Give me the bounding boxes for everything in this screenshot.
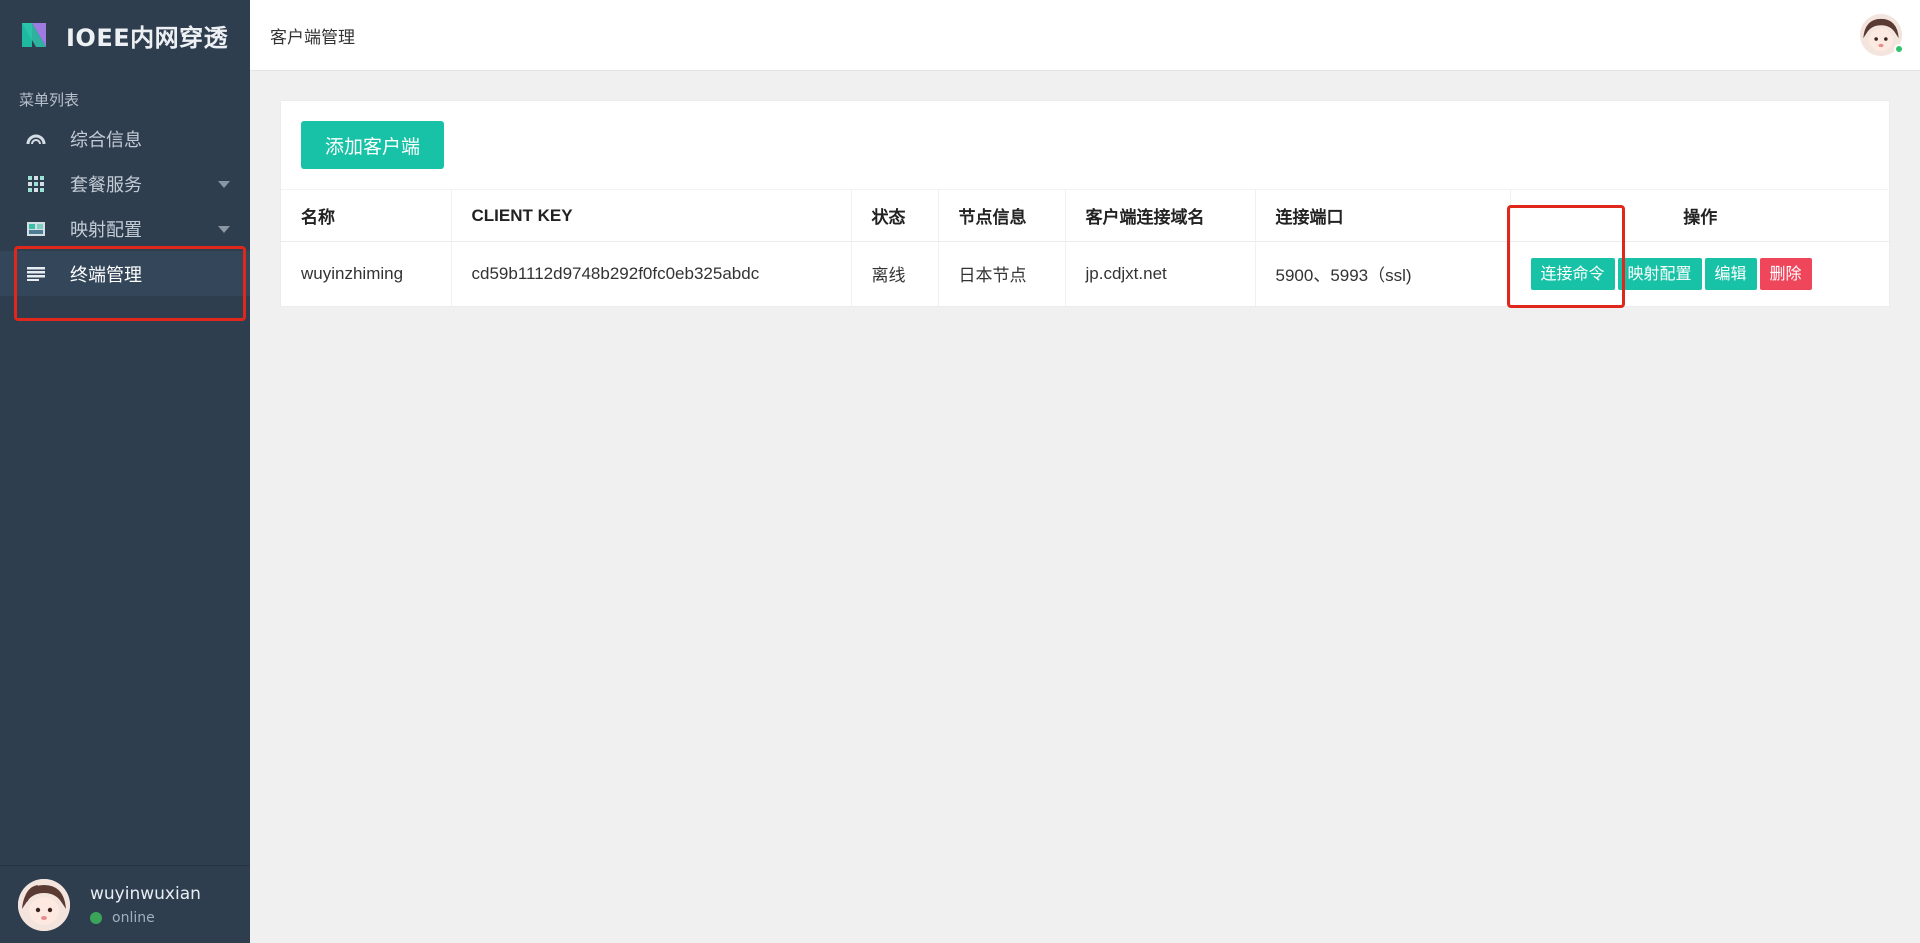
- sidebar-item-overview[interactable]: 综合信息: [0, 116, 250, 161]
- column-header-actions: 操作: [1510, 189, 1891, 242]
- add-client-button[interactable]: 添加客户端: [301, 121, 444, 169]
- online-dot-icon: [90, 911, 102, 924]
- header-avatar[interactable]: [1860, 14, 1904, 56]
- sidebar-item-label: 映射配置: [70, 219, 142, 241]
- brand[interactable]: IOEE内网穿透: [0, 0, 250, 70]
- gauge-icon: [26, 129, 46, 149]
- cell-client-key: cd59b1112d9748b292f0fc0eb325abdc: [451, 241, 852, 306]
- mapping-config-button[interactable]: 映射配置: [1617, 257, 1702, 290]
- column-header-ports: 连接端口: [1255, 189, 1511, 242]
- grid-icon: [26, 174, 46, 194]
- sidebar-item-label: 套餐服务: [70, 174, 142, 196]
- cell-status: 离线: [851, 241, 939, 306]
- user-name: wuyinwuxian: [90, 883, 201, 904]
- column-header-name: 名称: [281, 189, 452, 242]
- page-title: 客户端管理: [270, 27, 355, 48]
- table-header-row: 名称 CLIENT KEY 状态 节点信息 客户端连接域名 连接端口 操作: [281, 189, 1891, 242]
- cell-name: wuyinzhiming: [281, 241, 452, 306]
- connect-command-button[interactable]: 连接命令: [1530, 257, 1615, 290]
- image-icon: [26, 219, 46, 239]
- column-header-domain: 客户端连接域名: [1065, 189, 1256, 242]
- cell-ports: 5900、5993（ssl): [1255, 241, 1511, 306]
- online-indicator-icon: [1894, 44, 1904, 54]
- user-status-label: online: [112, 909, 155, 926]
- user-status: online: [90, 910, 201, 926]
- edit-button[interactable]: 编辑: [1704, 257, 1757, 290]
- delete-button[interactable]: 删除: [1759, 257, 1812, 290]
- column-header-node: 节点信息: [938, 189, 1066, 242]
- list-icon: [26, 264, 46, 284]
- sidebar-item-plans[interactable]: 套餐服务: [0, 161, 250, 206]
- top-header: 客户端管理: [250, 0, 1920, 71]
- user-panel: wuyinwuxian online: [0, 865, 250, 943]
- cell-domain: jp.cdjxt.net: [1065, 241, 1256, 306]
- brand-title: IOEE内网穿透: [66, 23, 229, 52]
- sidebar: IOEE内网穿透 菜单列表 综合信息 套餐服务 映射配置 终端管理 wuyinw…: [0, 0, 250, 943]
- sidebar-item-label: 综合信息: [70, 129, 142, 151]
- table-row: wuyinzhiming cd59b1112d9748b292f0fc0eb32…: [281, 241, 1891, 306]
- sidebar-item-mapping[interactable]: 映射配置: [0, 206, 250, 251]
- sidebar-item-label: 终端管理: [70, 264, 142, 286]
- sidebar-item-terminal[interactable]: 终端管理: [0, 251, 250, 296]
- column-header-client-key: CLIENT KEY: [451, 189, 852, 242]
- avatar[interactable]: [18, 878, 70, 931]
- menu-caption: 菜单列表: [19, 91, 80, 109]
- brand-logo-icon: [22, 23, 46, 47]
- cell-node: 日本节点: [938, 241, 1066, 306]
- chevron-down-icon[interactable]: [218, 180, 230, 188]
- client-card: 添加客户端 名称 CLIENT KEY 状态 节点信息 客户端连接域名 连接端口…: [280, 100, 1891, 307]
- column-header-status: 状态: [851, 189, 939, 242]
- client-table: 名称 CLIENT KEY 状态 节点信息 客户端连接域名 连接端口 操作 wu…: [281, 189, 1891, 306]
- cell-actions: 连接命令 映射配置 编辑 删除: [1510, 241, 1891, 306]
- chevron-down-icon[interactable]: [218, 225, 230, 233]
